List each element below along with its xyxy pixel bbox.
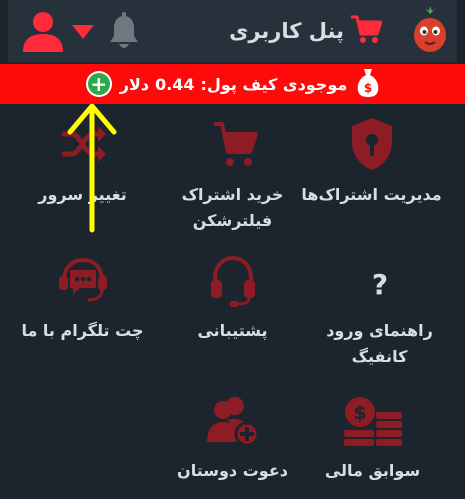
menu-label: خرید اشتراک فیلترشکن [181, 185, 284, 230]
headset-icon [208, 254, 258, 308]
header-bar: پنل کاربری [8, 0, 457, 62]
balance-label: موجودی کیف پول: [200, 74, 348, 94]
menu-config-guide[interactable]: ? راهنمای ورود کانفیگ [302, 258, 457, 370]
page-title: پنل کاربری [229, 19, 344, 43]
money-stack-icon: $ [342, 394, 404, 448]
add-funds-button[interactable]: + [85, 71, 112, 97]
chat-headset-icon [56, 254, 110, 308]
menu-buy-subscription[interactable]: خرید اشتراک فیلترشکن [155, 116, 310, 234]
menu-manage-subscriptions[interactable]: مدیریت اشتراک‌ها [294, 116, 449, 208]
add-funds-icon: + [87, 73, 110, 95]
menu-label: مدیریت اشتراک‌ها [301, 185, 442, 204]
menu-label: سوابق مالی [324, 461, 421, 480]
menu-invite-friends[interactable]: دعوت دوستان [155, 394, 310, 484]
cart-icon [208, 116, 258, 172]
bell-icon[interactable] [108, 12, 140, 56]
caret-down-icon[interactable] [72, 24, 94, 43]
menu-label: پشتیبانی [197, 321, 268, 340]
user-icon[interactable] [22, 10, 64, 56]
svg-text:$: $ [353, 402, 366, 424]
menu-telegram-chat[interactable]: چت تلگرام با ما [5, 254, 160, 344]
cart-icon [350, 14, 383, 48]
money-bag-icon: $ [357, 67, 379, 101]
menu-label: چت تلگرام با ما [21, 321, 144, 340]
invite-users-icon [205, 394, 261, 448]
menu-support[interactable]: پشتیبانی [155, 254, 310, 344]
pointer-arrow-icon [66, 103, 118, 238]
svg-text:$: $ [364, 81, 372, 95]
panel-title-group: پنل کاربری [229, 10, 383, 52]
question-icon: ? [360, 258, 400, 308]
shield-icon [348, 116, 396, 172]
balance-unit: دلار [119, 74, 150, 94]
balance-amount: 0.44 [155, 74, 195, 94]
wallet-balance-bar: $ موجودی کیف پول: 0.44 دلار + [0, 64, 465, 104]
menu-label: دعوت دوستان [177, 461, 288, 480]
menu-financial-history[interactable]: $ سوابق مالی [295, 394, 450, 484]
menu-label: راهنمای ورود کانفیگ [326, 321, 433, 366]
svg-text:?: ? [371, 268, 387, 301]
tomato-logo-icon[interactable] [413, 6, 447, 58]
